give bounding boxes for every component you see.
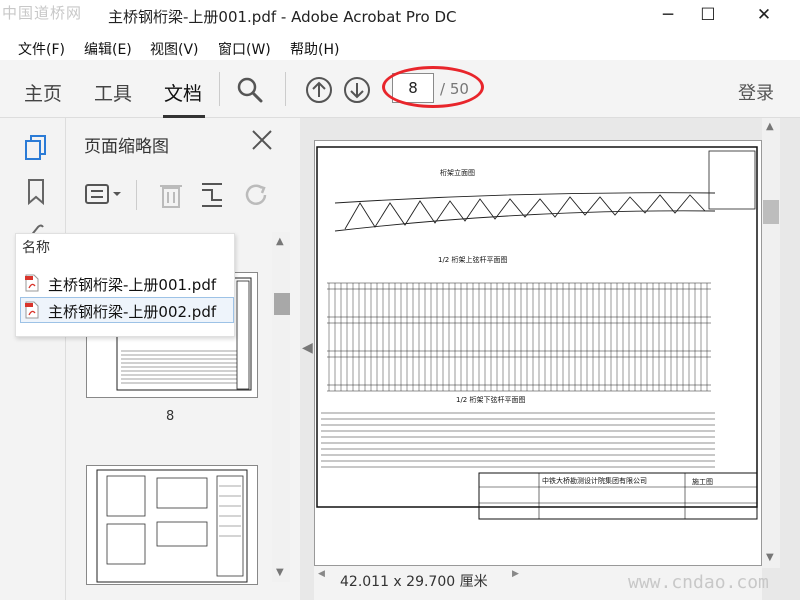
toolbar-divider [285, 72, 286, 106]
dims-left-arrow-icon[interactable]: ◀ [318, 569, 325, 579]
menu-help[interactable]: 帮助(H) [290, 39, 339, 59]
menu-file[interactable]: 文件(F) [18, 39, 65, 59]
thumbnail-page-label: 8 [166, 409, 175, 424]
tab-document[interactable]: 文档 [164, 79, 202, 106]
menu-view[interactable]: 视图(V) [150, 39, 199, 59]
page-dimensions: 42.011 x 29.700 厘米 [340, 574, 488, 590]
pdf-file-icon [25, 274, 39, 292]
dims-right-arrow-icon[interactable]: ▶ [512, 569, 519, 579]
doc-scroll-up-icon[interactable]: ▲ [766, 121, 774, 132]
drawing-title-top-chord: 1/2 桁架上弦杆平面图 [438, 256, 508, 264]
drawing-title-bottom-chord: 1/2 桁架下弦杆平面图 [456, 396, 526, 404]
file-list-header: 名称 [22, 240, 50, 256]
previous-page-icon[interactable] [305, 76, 333, 104]
search-icon[interactable] [236, 76, 264, 104]
toolbar-divider [219, 72, 220, 106]
menu-window[interactable]: 窗口(W) [218, 39, 271, 59]
thumbnails-scrollbar[interactable] [272, 232, 290, 582]
maximize-button[interactable]: ☐ [688, 2, 728, 28]
file-name[interactable]: 主桥钢桁梁-上册001.pdf [48, 274, 216, 295]
scroll-down-icon[interactable]: ▼ [276, 567, 284, 578]
document-page[interactable] [314, 140, 762, 566]
login-button[interactable]: 登录 [738, 79, 774, 105]
rotate-page-icon[interactable] [242, 180, 270, 210]
doc-scroll-down-icon[interactable]: ▼ [766, 552, 774, 563]
titleblock-company: 中铁大桥勘测设计院集团有限公司 [542, 477, 647, 485]
acrobat-window: 中国道桥网 主桥钢桁梁-上册001.pdf - Adobe Acrobat Pr… [0, 0, 800, 600]
watermark-bottom: www.cndao.com [628, 572, 769, 593]
tab-tools[interactable]: 工具 [94, 79, 132, 106]
delete-page-icon[interactable] [158, 180, 184, 210]
next-page-icon[interactable] [343, 76, 371, 104]
thumbnails-scroll-thumb[interactable] [274, 293, 290, 315]
close-icon[interactable] [250, 128, 274, 159]
file-name[interactable]: 主桥钢桁梁-上册002.pdf [48, 301, 216, 322]
titleblock-stage: 施工图 [692, 478, 713, 486]
bookmark-icon[interactable] [26, 178, 46, 206]
page-thumbnail-9[interactable] [86, 465, 258, 585]
watermark-top: 中国道桥网 [2, 4, 83, 22]
minimize-button[interactable]: ─ [648, 2, 688, 28]
close-window-button[interactable]: ✕ [744, 2, 784, 28]
document-scrollbar[interactable] [762, 118, 780, 568]
panel-divider [136, 180, 137, 210]
pdf-file-icon [25, 301, 39, 319]
collapse-panel-icon[interactable]: ◀ [302, 340, 313, 356]
scroll-up-icon[interactable]: ▲ [276, 236, 284, 247]
page-thumbnails-icon[interactable] [24, 134, 48, 162]
thumbnails-panel-title: 页面缩略图 [84, 137, 169, 157]
drawing-title-elevation: 桁架立面图 [440, 169, 475, 177]
window-title: 主桥钢桁梁-上册001.pdf - Adobe Acrobat Pro DC [108, 8, 457, 26]
document-scroll-thumb[interactable] [763, 200, 779, 224]
tab-home[interactable]: 主页 [24, 79, 62, 106]
menu-edit[interactable]: 编辑(E) [84, 39, 132, 59]
insert-page-icon[interactable] [198, 180, 226, 210]
thumbnail-options-icon[interactable] [84, 182, 124, 208]
highlight-ellipse [382, 66, 484, 108]
